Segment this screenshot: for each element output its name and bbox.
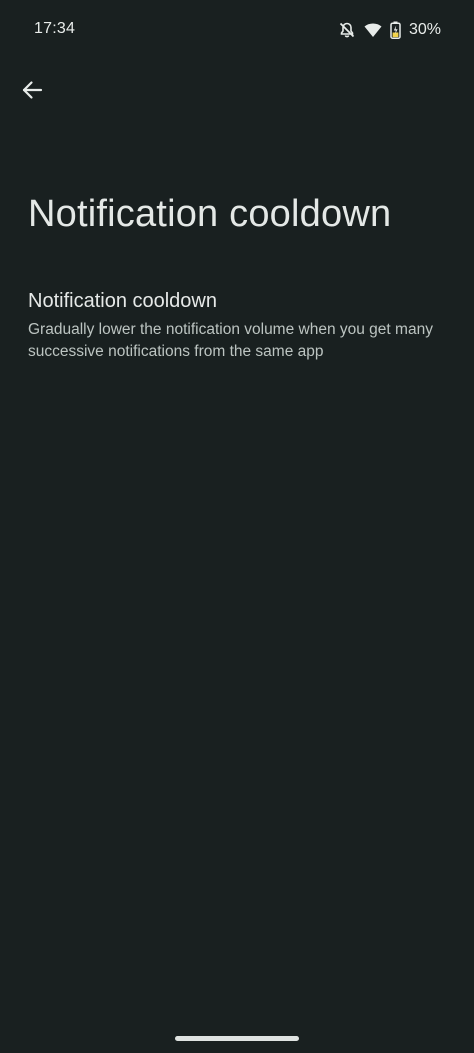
arrow-back-icon	[21, 79, 43, 106]
battery-charging-icon	[390, 21, 401, 39]
battery-percentage: 30%	[408, 21, 441, 38]
wifi-icon	[364, 22, 382, 38]
gesture-navigation-handle[interactable]	[175, 1036, 299, 1041]
back-button[interactable]	[14, 74, 50, 110]
setting-title: Notification cooldown	[28, 290, 217, 312]
page-title: Notification cooldown	[28, 193, 392, 235]
status-bar: 17:34 30%	[0, 0, 474, 60]
notification-cooldown-setting[interactable]: Notification cooldown Gradually lower th…	[0, 276, 474, 374]
status-icons: 30%	[338, 20, 441, 40]
setting-summary: Gradually lower the notification volume …	[28, 321, 433, 360]
status-time: 17:34	[34, 20, 76, 37]
muted-notification-icon	[338, 21, 356, 39]
